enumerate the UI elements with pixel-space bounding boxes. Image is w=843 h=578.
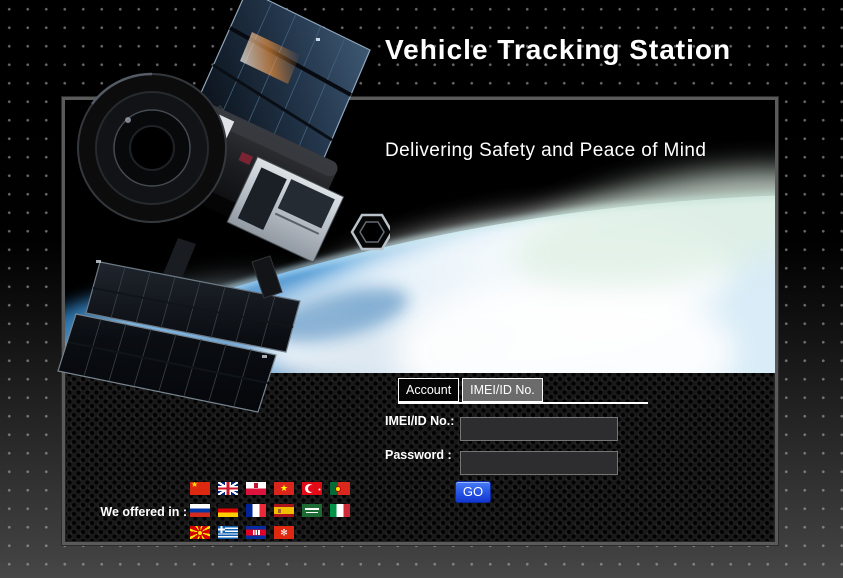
imei-id-input[interactable] [460, 417, 618, 441]
flag-greece-icon[interactable] [218, 526, 238, 539]
tab-imei-id[interactable]: IMEI/ID No. [462, 378, 543, 402]
flag-hong-kong-icon[interactable] [274, 526, 294, 539]
flag-row-2 [190, 504, 350, 517]
flag-united-kingdom-icon[interactable] [218, 482, 238, 495]
flag-north-macedonia-icon[interactable] [190, 526, 210, 539]
flag-portugal-icon[interactable] [330, 482, 350, 495]
flag-france-icon[interactable] [246, 504, 266, 517]
flag-china-icon[interactable] [190, 482, 210, 495]
flag-row-3 [190, 526, 294, 539]
flag-vietnam-icon[interactable] [274, 482, 294, 495]
login-panel: Delivering Safety and Peace of Mind Acco… [62, 97, 778, 545]
flag-row-1 [190, 482, 350, 495]
flag-spain-icon[interactable] [274, 504, 294, 517]
flag-cambodia-icon[interactable] [246, 526, 266, 539]
hero-tagline: Delivering Safety and Peace of Mind [385, 140, 706, 162]
offered-in-label: We offered in : [93, 505, 187, 519]
page: { "page": { "title": "Vehicle Tracking S… [0, 0, 843, 578]
flag-italy-icon[interactable] [330, 504, 350, 517]
page-title: Vehicle Tracking Station [385, 34, 731, 66]
flag-russia-icon[interactable] [190, 504, 210, 517]
flag-poland-icon[interactable] [246, 482, 266, 495]
tab-underline [398, 402, 648, 404]
flag-saudi-arabia-icon[interactable] [302, 504, 322, 517]
hero-image: Delivering Safety and Peace of Mind [65, 100, 775, 373]
login-tabs: AccountIMEI/ID No. [398, 378, 543, 402]
password-input[interactable] [460, 451, 618, 475]
flag-turkey-icon[interactable] [302, 482, 322, 495]
imei-id-label: IMEI/ID No.: [385, 414, 457, 429]
go-button[interactable]: GO [455, 481, 491, 503]
tab-account[interactable]: Account [398, 378, 459, 402]
flag-germany-icon[interactable] [218, 504, 238, 517]
password-label: Password : [385, 448, 457, 463]
